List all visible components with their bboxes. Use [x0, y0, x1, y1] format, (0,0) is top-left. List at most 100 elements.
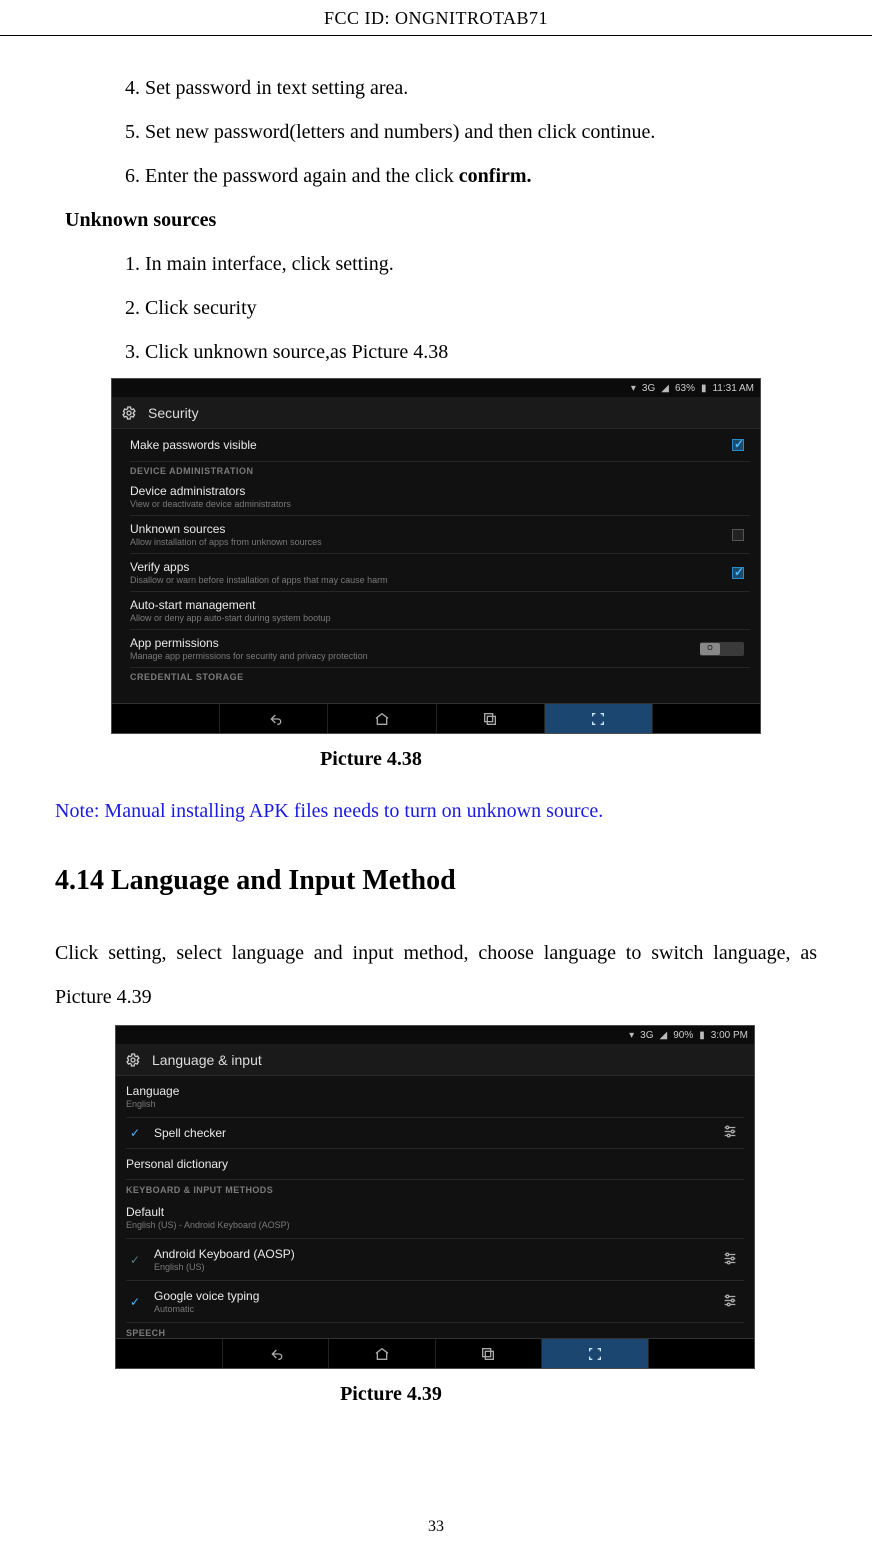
row-subtitle: Disallow or warn before installation of … — [130, 575, 750, 585]
battery-label: 63% — [675, 383, 695, 394]
row-subtitle: Allow or deny app auto-start during syst… — [130, 613, 750, 623]
row-subtitle: English (US) — [154, 1262, 295, 1272]
row-subtitle: Automatic — [154, 1304, 259, 1314]
battery-label: 90% — [673, 1030, 693, 1041]
row-google-voice[interactable]: ✓ Google voice typing Automatic — [126, 1281, 744, 1323]
battery-icon: ▮ — [699, 1030, 705, 1041]
battery-icon: ▮ — [701, 383, 707, 394]
caption-picture-438: Picture 4.38 — [55, 748, 817, 771]
step-6-text: 6. Enter the password again and the clic… — [125, 165, 459, 187]
row-subtitle: View or deactivate device administrators — [130, 499, 750, 509]
app-bar-title: Security — [148, 405, 199, 421]
nav-empty-right — [652, 704, 760, 733]
network-label: 3G — [642, 383, 655, 394]
status-bar: ▾ 3G ◢ 63% ▮ 11:31 AM — [112, 379, 760, 397]
screenshot-language: ▾ 3G ◢ 90% ▮ 3:00 PM Language & input La… — [115, 1025, 755, 1369]
row-subtitle: English — [126, 1099, 179, 1109]
wifi-icon: ▾ — [629, 1030, 634, 1041]
row-title: Unknown sources — [130, 522, 750, 536]
category-label: KEYBOARD & INPUT METHODS — [126, 1185, 273, 1195]
unknown-step-2: 2. Click security — [55, 286, 817, 330]
row-spell-checker[interactable]: ✓ Spell checker — [126, 1118, 744, 1149]
row-subtitle: English (US) - Android Keyboard (AOSP) — [126, 1220, 290, 1230]
nav-screenshot-button[interactable] — [544, 704, 652, 733]
signal-icon: ◢ — [660, 1030, 668, 1041]
nav-screenshot-button[interactable] — [541, 1339, 648, 1368]
clock-label: 3:00 PM — [711, 1030, 748, 1041]
caption-picture-439: Picture 4.39 — [55, 1383, 817, 1406]
row-title: Verify apps — [130, 560, 750, 574]
note-text: Note: Manual installing APK files needs … — [55, 789, 817, 833]
row-title: Auto-start management — [130, 598, 750, 612]
row-title: Make passwords visible — [130, 435, 750, 455]
unknown-step-1: 1. In main interface, click setting. — [55, 242, 817, 286]
language-list: Language English ✓ Spell checker Persona… — [116, 1076, 754, 1338]
row-cat-speech: SPEECH — [126, 1323, 744, 1338]
sliders-icon[interactable] — [722, 1292, 738, 1311]
row-title: Spell checker — [154, 1126, 226, 1140]
step-5: 5. Set new password(letters and numbers)… — [55, 110, 817, 154]
row-title: Default — [126, 1205, 290, 1219]
page-number: 33 — [0, 1518, 872, 1536]
row-title: Device administrators — [130, 484, 750, 498]
row-device-administrators[interactable]: Device administrators View or deactivate… — [130, 478, 750, 516]
row-auto-start[interactable]: Auto-start management Allow or deny app … — [130, 592, 750, 630]
nav-recent-button[interactable] — [436, 704, 544, 733]
row-app-permissions[interactable]: App permissions Manage app permissions f… — [130, 630, 750, 668]
row-verify-apps[interactable]: Verify apps Disallow or warn before inst… — [130, 554, 750, 592]
row-personal-dictionary[interactable]: Personal dictionary — [126, 1149, 744, 1180]
row-cat-credential: CREDENTIAL STORAGE — [130, 668, 750, 684]
page-header: FCC ID: ONGNITROTAB71 — [0, 0, 872, 36]
row-cat-device-admin: DEVICE ADMINISTRATION — [130, 462, 750, 478]
section-heading: 4.14 Language and Input Method — [55, 865, 817, 897]
status-bar: ▾ 3G ◢ 90% ▮ 3:00 PM — [116, 1026, 754, 1044]
nav-back-button[interactable] — [222, 1339, 329, 1368]
sliders-icon[interactable] — [722, 1124, 738, 1143]
nav-home-button[interactable] — [327, 704, 435, 733]
row-title: Language — [126, 1084, 179, 1098]
step-6-bold: confirm. — [459, 165, 532, 187]
network-label: 3G — [640, 1030, 653, 1041]
signal-icon: ◢ — [661, 383, 669, 394]
row-title: App permissions — [130, 636, 750, 650]
row-android-keyboard[interactable]: ✓ Android Keyboard (AOSP) English (US) — [126, 1239, 744, 1281]
checkbox-icon[interactable] — [732, 529, 744, 541]
gear-icon — [120, 404, 138, 422]
nav-bar — [116, 1338, 754, 1368]
nav-empty-left — [116, 1339, 222, 1368]
app-bar-title: Language & input — [152, 1052, 262, 1068]
nav-back-button[interactable] — [219, 704, 327, 733]
security-list: Make passwords visible DEVICE ADMINISTRA… — [112, 429, 760, 703]
check-icon: ✓ — [130, 1295, 144, 1309]
row-subtitle: Manage app permissions for security and … — [130, 651, 750, 661]
nav-empty-right — [648, 1339, 755, 1368]
checkbox-icon[interactable] — [732, 567, 744, 579]
row-title: Personal dictionary — [126, 1157, 228, 1171]
row-default[interactable]: Default English (US) - Android Keyboard … — [126, 1197, 744, 1239]
sliders-icon[interactable] — [722, 1250, 738, 1269]
app-bar: Language & input — [116, 1044, 754, 1076]
nav-recent-button[interactable] — [435, 1339, 542, 1368]
screenshot-security: ▾ 3G ◢ 63% ▮ 11:31 AM Security Make pass… — [111, 378, 761, 734]
row-language[interactable]: Language English — [126, 1076, 744, 1118]
step-6: 6. Enter the password again and the clic… — [55, 154, 817, 198]
nav-home-button[interactable] — [328, 1339, 435, 1368]
category-label: SPEECH — [126, 1328, 165, 1338]
row-make-passwords-visible[interactable]: Make passwords visible — [130, 429, 750, 462]
row-unknown-sources[interactable]: Unknown sources Allow installation of ap… — [130, 516, 750, 554]
row-subtitle: Allow installation of apps from unknown … — [130, 537, 750, 547]
toggle-switch[interactable]: O — [700, 642, 744, 656]
category-label: CREDENTIAL STORAGE — [130, 672, 750, 682]
nav-bar — [112, 703, 760, 733]
app-bar: Security — [112, 397, 760, 429]
gear-icon — [124, 1051, 142, 1069]
step-4: 4. Set password in text setting area. — [55, 66, 817, 110]
nav-empty-left — [112, 704, 219, 733]
row-title: Google voice typing — [154, 1289, 259, 1303]
checkbox-icon[interactable] — [732, 439, 744, 451]
toggle-knob: O — [700, 643, 720, 655]
category-label: DEVICE ADMINISTRATION — [130, 466, 750, 476]
row-title: Android Keyboard (AOSP) — [154, 1247, 295, 1261]
check-icon: ✓ — [130, 1253, 144, 1267]
row-cat-keyboard: KEYBOARD & INPUT METHODS — [126, 1180, 744, 1197]
